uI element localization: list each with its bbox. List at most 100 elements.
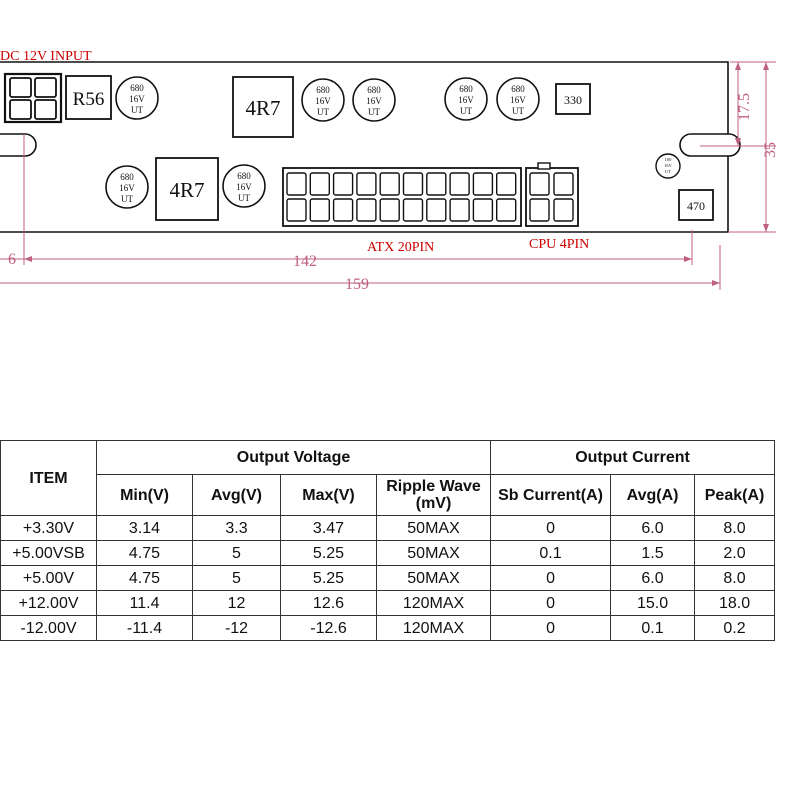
table-row: +5.00V 4.75 5 5.25 50MAX 0 6.0 8.0 — [0, 565, 776, 591]
table-row: +5.00VSB 4.75 5 5.25 50MAX 0.1 1.5 2.0 — [0, 540, 776, 566]
cell-sb-current: 0 — [490, 515, 612, 541]
dim-35-label: 35 — [762, 142, 779, 158]
cell-min-v: -11.4 — [96, 615, 193, 641]
dc-input-label: DC 12V INPUT — [0, 49, 92, 64]
cell-ripple: 120MAX — [375, 615, 492, 641]
atx-label: ATX 20PIN — [367, 240, 434, 255]
svg-text:680: 680 — [237, 171, 251, 181]
cell-ripple: 50MAX — [375, 540, 492, 566]
svg-text:16V: 16V — [510, 95, 526, 105]
cell-min-v: 4.75 — [96, 565, 193, 591]
svg-text:UT: UT — [368, 107, 380, 117]
cell-avg-a: 6.0 — [610, 565, 696, 591]
cell-avg-a: 0.1 — [610, 615, 696, 641]
cell-max-v: -12.6 — [280, 615, 377, 641]
small-capacitor: 100 16V UT — [655, 153, 681, 179]
svg-text:UT: UT — [317, 107, 329, 117]
atx-pin — [286, 198, 307, 222]
svg-text:680: 680 — [130, 83, 144, 93]
avg-a-header: Avg(A) — [610, 474, 696, 516]
inductor-bottom-label: 4R7 — [169, 178, 204, 202]
ripple-header: Ripple Wave (mV) — [375, 474, 492, 516]
capacitor: 680 16V UT — [444, 77, 488, 121]
cell-peak-a: 8.0 — [694, 565, 776, 591]
output-spec-table: ITEM Output Voltage Output Current Min(V… — [0, 440, 776, 641]
cell-ripple: 50MAX — [375, 565, 492, 591]
atx-pin — [379, 172, 400, 196]
cpu-pin — [529, 198, 550, 222]
resistor-r56-label: R56 — [73, 89, 105, 110]
cell-avg-v: 5 — [192, 565, 281, 591]
capacitor: 680 16V UT — [496, 77, 540, 121]
board-diagram: DC 12V INPUT R56 4R7 4R7 330 470 680 16V… — [0, 49, 779, 293]
cell-max-v: 5.25 — [280, 565, 377, 591]
cell-sb-current: 0 — [490, 615, 612, 641]
dim-142-label: 142 — [293, 253, 317, 270]
cell-ripple: 120MAX — [375, 590, 492, 616]
table-row: +12.00V 11.4 12 12.6 120MAX 0 15.0 18.0 — [0, 590, 776, 616]
inductor-top-label: 4R7 — [245, 96, 280, 120]
cell-avg-v: -12 — [192, 615, 281, 641]
svg-text:UT: UT — [512, 106, 524, 116]
svg-text:16V: 16V — [458, 95, 474, 105]
atx-pin — [496, 198, 517, 222]
svg-text:16V: 16V — [236, 182, 252, 192]
svg-text:16V: 16V — [129, 94, 145, 104]
svg-text:UT: UT — [131, 105, 143, 115]
svg-text:UT: UT — [460, 106, 472, 116]
table-row: +3.30V 3.14 3.3 3.47 50MAX 0 6.0 8.0 — [0, 515, 776, 541]
row-item: +5.00V — [0, 565, 97, 591]
cell-max-v: 5.25 — [280, 540, 377, 566]
cpu-4pin-connector — [525, 162, 579, 227]
cell-avg-a: 6.0 — [610, 515, 696, 541]
mounting-slot-left — [0, 133, 37, 157]
cell-avg-v: 3.3 — [192, 515, 281, 541]
cell-avg-v: 12 — [192, 590, 281, 616]
cpu-label: CPU 4PIN — [529, 237, 589, 252]
atx-pin — [496, 172, 517, 196]
atx-pin — [449, 198, 470, 222]
min-v-header: Min(V) — [96, 474, 193, 516]
svg-text:680: 680 — [511, 84, 525, 94]
sb-current-header: Sb Current(A) — [490, 474, 612, 516]
cell-avg-v: 5 — [192, 540, 281, 566]
cpu-pin — [529, 172, 550, 196]
atx-pin — [426, 172, 447, 196]
atx-pin — [332, 198, 354, 222]
max-v-header: Max(V) — [280, 474, 377, 516]
atx-pin — [472, 172, 494, 196]
mounting-slot-right — [679, 133, 741, 157]
cpu-pin — [553, 172, 574, 196]
cell-min-v: 4.75 — [96, 540, 193, 566]
svg-text:100: 100 — [665, 157, 673, 162]
cell-min-v: 11.4 — [96, 590, 193, 616]
capacitor: 680 16V UT — [115, 76, 159, 120]
atx-pin — [332, 172, 354, 196]
atx-pin — [356, 172, 377, 196]
capacitor: 680 16V UT — [301, 78, 345, 122]
table-subheader-row: Min(V) Avg(V) Max(V) Ripple Wave (mV) Sb… — [1, 474, 776, 516]
dim-159-label: 159 — [345, 276, 369, 293]
svg-text:16V: 16V — [366, 96, 382, 106]
atx-pin — [356, 198, 377, 222]
cell-sb-current: 0 — [490, 590, 612, 616]
svg-text:16V: 16V — [664, 163, 673, 168]
atx-20pin-connector — [282, 167, 522, 227]
capacitor: 680 16V UT — [352, 78, 396, 122]
cell-sb-current: 0.1 — [490, 540, 612, 566]
svg-text:680: 680 — [459, 84, 473, 94]
cell-avg-a: 1.5 — [610, 540, 696, 566]
row-item: +3.30V — [0, 515, 97, 541]
atx-pin — [309, 198, 330, 222]
chip-470-label: 470 — [687, 199, 705, 213]
cell-peak-a: 18.0 — [694, 590, 776, 616]
atx-pin — [379, 198, 400, 222]
chip-330-label: 330 — [564, 93, 582, 107]
svg-text:680: 680 — [367, 85, 381, 95]
svg-text:16V: 16V — [315, 96, 331, 106]
atx-pin — [286, 172, 307, 196]
row-item: +12.00V — [0, 590, 97, 616]
peak-a-header: Peak(A) — [694, 474, 776, 516]
cell-max-v: 3.47 — [280, 515, 377, 541]
svg-text:16V: 16V — [119, 183, 135, 193]
